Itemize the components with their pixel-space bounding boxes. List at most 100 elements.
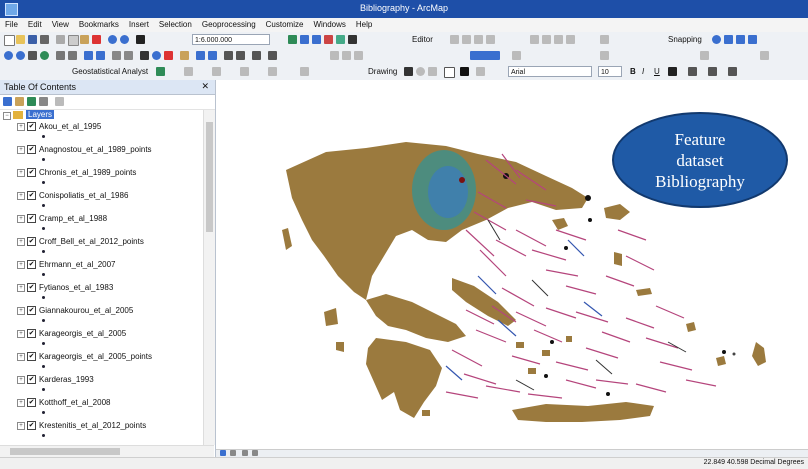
- expand-icon[interactable]: +: [17, 376, 25, 384]
- select-features-icon[interactable]: [112, 51, 121, 60]
- delete-icon[interactable]: [92, 35, 101, 44]
- layer-row[interactable]: + ✔ Croff_Bell_et_al_2012_points: [0, 236, 200, 258]
- menu-insert[interactable]: Insert: [124, 18, 154, 29]
- search-window-icon[interactable]: [324, 35, 333, 44]
- layer-row[interactable]: + ✔ Kotthoff_et_al_2008: [0, 397, 200, 419]
- add-data-icon[interactable]: [136, 35, 145, 44]
- cogo-icon[interactable]: [700, 51, 709, 60]
- text-a-icon[interactable]: [460, 67, 469, 76]
- layer-name[interactable]: Giannakourou_et_al_2005: [39, 306, 133, 315]
- underline-button[interactable]: U: [654, 67, 660, 76]
- geostatistical-wizard-icon[interactable]: [156, 67, 165, 76]
- expand-icon[interactable]: +: [17, 399, 25, 407]
- site-marker[interactable]: [550, 340, 554, 344]
- site-marker[interactable]: [722, 350, 726, 354]
- layer-name[interactable]: Krestenitis_et_al_2012_points: [39, 421, 146, 430]
- layer-name[interactable]: Fytianos_et_al_1983: [39, 283, 113, 292]
- bold-button[interactable]: B: [630, 67, 636, 76]
- arctoolbox-icon[interactable]: [336, 35, 345, 44]
- font-size-combo[interactable]: 10: [598, 66, 622, 77]
- html-popup-icon[interactable]: [180, 51, 189, 60]
- layout-view-icon[interactable]: [230, 450, 236, 456]
- edit-vertices-icon[interactable]: [476, 67, 485, 76]
- menu-selection[interactable]: Selection: [154, 18, 197, 29]
- layer-row[interactable]: + ✔ Anagnostou_et_al_1989_points: [0, 144, 200, 166]
- rotate-icon[interactable]: [416, 67, 425, 76]
- layer-name[interactable]: Karageorgis_et_al_2005_points: [39, 352, 152, 361]
- copy-icon[interactable]: [68, 35, 79, 46]
- list-by-visibility-icon[interactable]: [27, 97, 36, 106]
- layer-row[interactable]: + ✔ Fytianos_et_al_1983: [0, 282, 200, 304]
- editor-menu-button[interactable]: Editor: [412, 35, 433, 44]
- site-marker[interactable]: [585, 195, 591, 201]
- editor-toolbar-icon[interactable]: [288, 35, 297, 44]
- expand-icon[interactable]: +: [17, 215, 25, 223]
- expand-icon[interactable]: +: [17, 422, 25, 430]
- menu-windows[interactable]: Windows: [308, 18, 350, 29]
- go-forward-extent-icon[interactable]: [96, 51, 105, 60]
- time-slider-icon[interactable]: [252, 51, 261, 60]
- split-tool-icon[interactable]: [530, 35, 539, 44]
- expand-icon[interactable]: +: [17, 353, 25, 361]
- fixed-zoom-out-icon[interactable]: [68, 51, 77, 60]
- parcel-editor-icon[interactable]: [760, 51, 769, 60]
- select-elements-icon[interactable]: [140, 51, 149, 60]
- layer-visibility-checkbox[interactable]: ✔: [27, 398, 36, 407]
- find-icon[interactable]: [208, 51, 217, 60]
- sample-points-cluster-core[interactable]: [428, 166, 468, 218]
- open-folder-icon[interactable]: [16, 35, 25, 44]
- layer-name[interactable]: Croff_Bell_et_al_2012_points: [39, 237, 144, 246]
- layer-row[interactable]: + ✔ Karderas_1993: [0, 374, 200, 396]
- find-route-icon[interactable]: [224, 51, 233, 60]
- rotate-tool-icon[interactable]: [542, 35, 551, 44]
- layer-visibility-checkbox[interactable]: ✔: [27, 214, 36, 223]
- expand-icon[interactable]: +: [17, 238, 25, 246]
- expand-icon[interactable]: +: [17, 146, 25, 154]
- vertex-snapping-icon[interactable]: [736, 35, 745, 44]
- italic-button[interactable]: I: [642, 67, 644, 76]
- data-view-icon[interactable]: [220, 450, 226, 456]
- layers-root-label[interactable]: Layers: [26, 110, 55, 119]
- layer-effects-icon[interactable]: [184, 67, 193, 76]
- sketch-properties-icon[interactable]: [566, 35, 575, 44]
- expand-icon[interactable]: +: [17, 307, 25, 315]
- refresh-icon[interactable]: [242, 450, 248, 456]
- identify-icon[interactable]: [152, 51, 161, 60]
- layer-visibility-checkbox[interactable]: ✔: [27, 260, 36, 269]
- fixed-zoom-in-icon[interactable]: [56, 51, 65, 60]
- menu-view[interactable]: View: [47, 18, 74, 29]
- toc-options-icon[interactable]: [55, 97, 64, 106]
- table-of-contents-icon[interactable]: [300, 35, 309, 44]
- print-icon[interactable]: [40, 35, 49, 44]
- layer-row[interactable]: + ✔ Conispoliatis_et_al_1986: [0, 190, 200, 212]
- layer-row[interactable]: + ✔ Cramp_et_al_1988: [0, 213, 200, 235]
- catalog-icon[interactable]: [312, 35, 321, 44]
- layer-row[interactable]: + ✔ Akou_et_al_1995: [0, 121, 200, 143]
- layer-visibility-checkbox[interactable]: ✔: [27, 352, 36, 361]
- layer-row[interactable]: + ✔ Giannakourou_et_al_2005: [0, 305, 200, 327]
- collapse-icon[interactable]: −: [3, 112, 11, 120]
- site-marker[interactable]: [606, 392, 610, 396]
- topology-tool-icon[interactable]: [330, 51, 339, 60]
- menu-file[interactable]: File: [0, 18, 23, 29]
- point-snapping-icon[interactable]: [712, 35, 721, 44]
- effects-icon[interactable]: [512, 51, 521, 60]
- layer-row[interactable]: + ✔ Karageorgis_et_al_2005_points: [0, 351, 200, 373]
- advanced-editing-icon[interactable]: [600, 51, 609, 60]
- measure-icon[interactable]: [196, 51, 205, 60]
- edit-tool-icon[interactable]: [450, 35, 459, 44]
- layer-row[interactable]: + ✔ Krestenitis_et_al_2012_points: [0, 420, 200, 442]
- undo-icon[interactable]: [108, 35, 117, 44]
- site-marker[interactable]: [544, 374, 548, 378]
- cut-icon[interactable]: [56, 35, 65, 44]
- zoom-to-selected-icon[interactable]: [428, 67, 437, 76]
- straight-segment-icon[interactable]: [474, 35, 483, 44]
- layer-name[interactable]: Kotthoff_et_al_2008: [39, 398, 110, 407]
- sketch-icon[interactable]: [486, 35, 495, 44]
- layer-visibility-checkbox[interactable]: ✔: [27, 122, 36, 131]
- hyperlink-icon[interactable]: [164, 51, 173, 60]
- layer-visibility-checkbox[interactable]: ✔: [27, 283, 36, 292]
- layer-visibility-checkbox[interactable]: ✔: [27, 168, 36, 177]
- edge-snapping-icon[interactable]: [748, 35, 757, 44]
- menu-geoprocessing[interactable]: Geoprocessing: [197, 18, 261, 29]
